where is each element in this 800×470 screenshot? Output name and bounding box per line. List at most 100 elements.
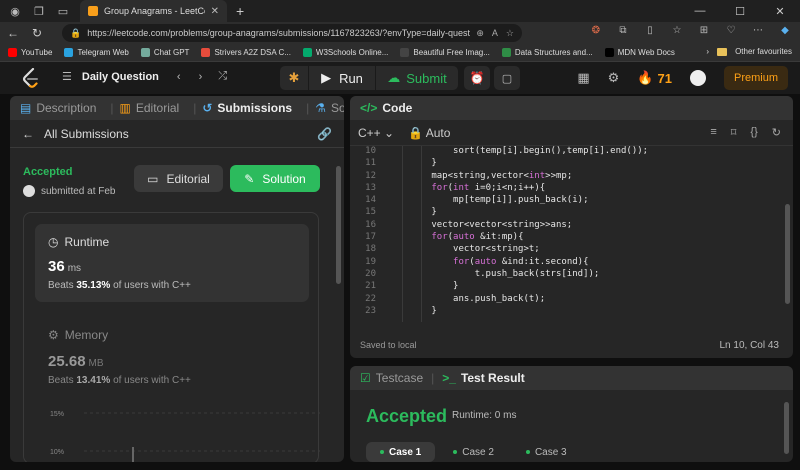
address-bar[interactable]: 🔒 https://leetcode.com/problems/group-an… (62, 24, 522, 42)
back-icon[interactable]: ← (6, 26, 20, 40)
tab-editorial[interactable]: ▥ Editorial (120, 101, 180, 115)
run-button[interactable]: ▶ Run (309, 66, 375, 90)
layout-icon[interactable]: ▦ (577, 70, 589, 86)
solution-button[interactable]: ✎ Solution (230, 165, 320, 192)
debug-button[interactable]: ✱ (280, 66, 308, 90)
prev-question-icon[interactable]: ‹ (177, 71, 181, 83)
braces-icon[interactable]: {} (750, 126, 757, 139)
pass-dot-icon (380, 450, 384, 454)
bookmark-item[interactable]: Beautiful Free Imag... (400, 48, 490, 57)
bookmark-item[interactable]: MDN Web Docs (604, 48, 675, 57)
daily-question-label[interactable]: Daily Question (82, 71, 159, 83)
language-select[interactable]: C++ ⌄ (358, 126, 394, 140)
leetcode-logo-icon[interactable] (22, 68, 40, 88)
workspaces-icon[interactable]: ❐ (32, 4, 46, 18)
all-submissions-link[interactable]: All Submissions (44, 127, 129, 141)
memory-value-row: 25.68 MB (48, 353, 104, 370)
bookmark-item[interactable]: W3Schools Online... (302, 48, 388, 57)
maximize-icon[interactable]: ☐ (720, 0, 760, 22)
problem-list-icon[interactable]: ☰ (62, 70, 72, 83)
test-scrollbar[interactable] (784, 402, 789, 454)
favorites-icon[interactable]: ☆ (670, 25, 684, 36)
code-line: 23 } (365, 305, 437, 316)
case-tab-3[interactable]: Case 3 (512, 442, 581, 462)
reset-icon[interactable]: ↻ (772, 126, 781, 139)
left-scrollbar[interactable] (336, 166, 341, 284)
memory-header[interactable]: ⚙ Memory (48, 328, 108, 342)
new-tab-icon[interactable]: + (236, 3, 244, 19)
browser-tab[interactable]: Group Anagrams - LeetCode ✕ (80, 0, 227, 22)
minimize-icon[interactable]: — (680, 0, 720, 22)
user-avatar[interactable] (689, 70, 706, 86)
tab-testcase[interactable]: ☑ Testcase (360, 371, 423, 385)
bookmark-item[interactable]: Data Structures and... (501, 48, 593, 57)
more-menu-icon[interactable]: ⋯ (751, 25, 765, 36)
code-scrollbar[interactable] (785, 204, 790, 304)
link-icon[interactable]: 🔗 (317, 127, 332, 141)
terminal-icon: >_ (442, 371, 456, 385)
zoom-icon[interactable]: ⊕ (476, 28, 484, 39)
streak-counter[interactable]: 🔥 71 (637, 70, 672, 86)
close-tab-icon[interactable]: ✕ (211, 6, 219, 17)
bookmark-icon[interactable]: ⌑ (731, 126, 737, 139)
distribution-chart[interactable]: 15% 10% (24, 401, 320, 462)
refresh-icon[interactable]: ↻ (30, 26, 44, 40)
submitted-info: submitted at Feb (23, 185, 115, 197)
tab-solution[interactable]: ⚗ Solution (315, 101, 344, 115)
premium-button[interactable]: Premium (723, 66, 788, 90)
format-icon[interactable]: ≡ (710, 126, 716, 139)
code-line: 21 } (365, 281, 459, 292)
tab-test-result[interactable]: >_ Test Result (442, 371, 524, 385)
tab-title: Group Anagrams - LeetCode (104, 6, 205, 16)
bookmark-item[interactable]: Chat GPT (140, 48, 189, 57)
left-panel: ▤ Description | ▥ Editorial | ↺ Submissi… (10, 96, 344, 462)
lock-icon[interactable]: 🔒 (70, 28, 81, 39)
collections-icon[interactable]: ⊞ (697, 25, 711, 36)
other-favourites-folder[interactable]: › Other favourites (706, 47, 792, 56)
next-question-icon[interactable]: › (199, 71, 203, 83)
favorite-star-icon[interactable]: ☆ (506, 28, 514, 39)
case-tab-2[interactable]: Case 2 (439, 442, 508, 462)
checkbox-icon: ☑ (360, 371, 371, 385)
close-window-icon[interactable]: ✕ (760, 0, 800, 22)
submit-button[interactable]: ☁ Submit (376, 66, 458, 90)
bookmark-favicon-icon (302, 48, 312, 57)
split-screen-icon[interactable]: ▯ (643, 25, 657, 36)
settings-gear-icon[interactable]: ⚙ (608, 70, 620, 86)
code-footer: Saved to local Ln 10, Col 43 (350, 332, 793, 358)
cloud-upload-icon: ☁ (387, 70, 401, 85)
tab-description[interactable]: ▤ Description (20, 101, 96, 115)
tab-submissions[interactable]: ↺ Submissions (202, 101, 292, 115)
extension-icon[interactable]: ❂ (589, 25, 603, 36)
runtime-beats: Beats 35.13% of users with C++ (48, 280, 191, 291)
saved-status: Saved to local (360, 340, 417, 350)
code-line: 14 mp[temp[i]].push_back(i); (365, 195, 589, 206)
runtime-card[interactable]: ◷ Runtime 36 ms Beats 35.13% of users wit… (35, 224, 309, 302)
tab-actions-icon[interactable]: ▭ (56, 4, 70, 18)
read-aloud-icon[interactable]: A (492, 28, 498, 39)
bookmark-item[interactable]: Telegram Web (64, 48, 129, 57)
notes-button[interactable]: ▢ (494, 66, 520, 90)
flask-icon: ⚗ (315, 101, 326, 115)
timer-button[interactable]: ⏰ (464, 66, 490, 90)
language-bar: C++ ⌄ 🔒 Auto ≡ ⌑ {} ↻ (350, 120, 793, 146)
code-line: 15 } (365, 207, 437, 218)
edit-icon: ✎ (244, 171, 255, 186)
shuffle-icon[interactable]: ⤮ (218, 70, 227, 83)
extensions-puzzle-icon[interactable]: ⧉ (616, 25, 630, 36)
tick-label-10: 10% (50, 449, 64, 456)
editorial-button[interactable]: ▭ Editorial (134, 165, 223, 192)
submitter-avatar (23, 185, 35, 197)
bookmark-item[interactable]: YouTube (8, 48, 52, 57)
submission-status: Accepted (23, 166, 73, 178)
browser-essentials-icon[interactable]: ♡ (724, 25, 738, 36)
copilot-icon[interactable]: ◆ (778, 25, 792, 36)
leetcode-favicon-icon (88, 6, 98, 16)
case-tab-1[interactable]: Case 1 (366, 442, 436, 462)
auto-mode-toggle[interactable]: 🔒 Auto (408, 126, 450, 140)
code-editor[interactable]: 10 sort(temp[i].begin(),temp[i].end()); … (350, 146, 780, 322)
bookmark-item[interactable]: Strivers A2Z DSA C... (201, 48, 291, 57)
profile-icon[interactable]: ◉ (8, 4, 22, 18)
test-panel-tabs: ☑ Testcase | >_ Test Result (350, 366, 793, 390)
back-arrow-icon[interactable]: ← (22, 127, 34, 141)
